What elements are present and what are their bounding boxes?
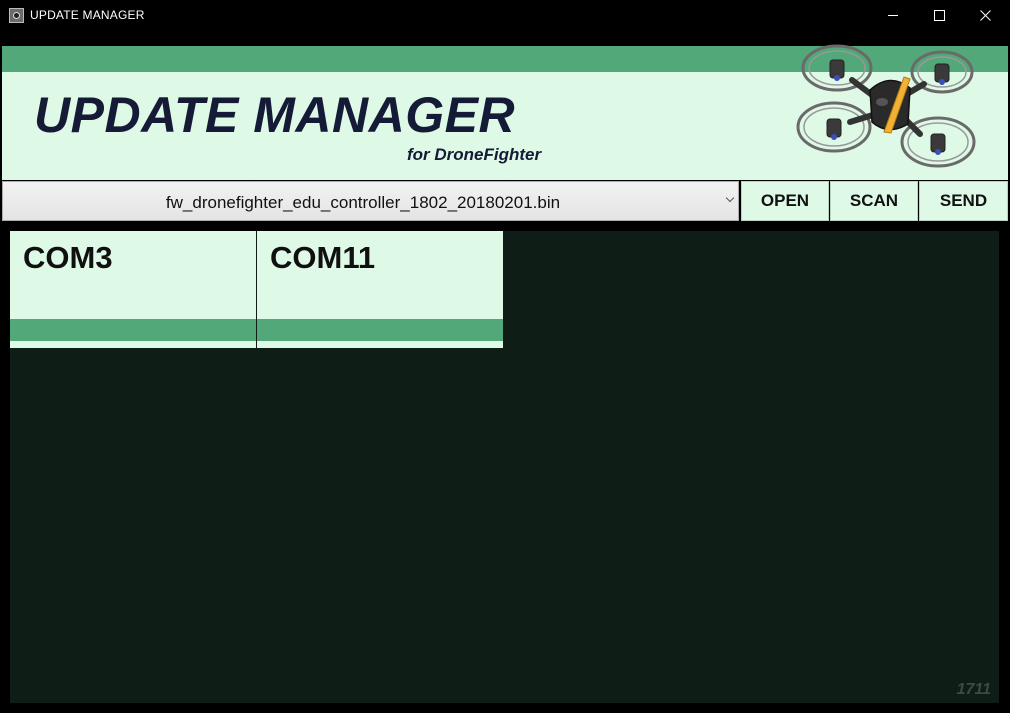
maximize-icon	[933, 10, 945, 21]
build-number: 1711	[956, 681, 991, 698]
drone-image	[796, 44, 976, 168]
minimize-icon	[888, 15, 898, 16]
window-title: UPDATE MANAGER	[30, 8, 145, 22]
port-name: COM3	[23, 240, 113, 275]
chevron-down-icon	[725, 193, 735, 203]
app-subtitle: for DroneFighter	[407, 145, 542, 164]
scan-button[interactable]: SCAN	[830, 181, 918, 221]
port-progress-bar	[257, 319, 503, 341]
app-title: UPDATE MANAGER	[34, 87, 516, 143]
close-icon	[979, 10, 991, 21]
port-name: COM11	[270, 240, 376, 275]
port-card-com11[interactable]: COM11	[257, 231, 503, 348]
port-progress-bar	[10, 319, 256, 341]
open-button[interactable]: OPEN	[741, 181, 829, 221]
selected-file-text: fw_dronefighter_edu_controller_1802_2018…	[165, 193, 561, 212]
toolbar: fw_dronefighter_edu_controller_1802_2018…	[2, 181, 1008, 221]
firmware-file-select[interactable]: fw_dronefighter_edu_controller_1802_2018…	[2, 181, 739, 221]
maximize-button[interactable]	[916, 0, 962, 31]
close-button[interactable]	[962, 0, 1008, 31]
ports-panel: COM3 COM11 1711	[10, 231, 999, 703]
send-button[interactable]: SEND	[919, 181, 1008, 221]
drone-app-icon	[9, 8, 24, 23]
minimize-button[interactable]	[870, 0, 916, 31]
port-card-com3[interactable]: COM3	[10, 231, 256, 348]
header-banner: UPDATE MANAGER for DroneFighter	[2, 44, 1008, 180]
window-titlebar: UPDATE MANAGER	[0, 0, 1010, 31]
